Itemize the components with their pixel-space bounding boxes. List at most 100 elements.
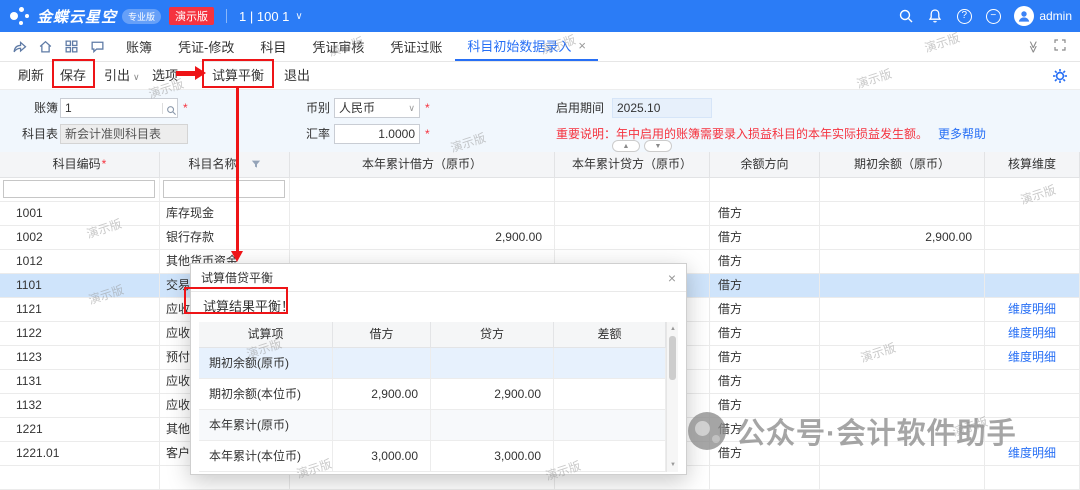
cell-direction[interactable]: 借方 — [710, 394, 820, 418]
book-input[interactable]: 1 — [60, 98, 178, 118]
filter-cell[interactable] — [710, 178, 820, 202]
chevron-down-icon[interactable]: ∨ — [295, 11, 302, 22]
menu-item-voucher-edit[interactable]: 凭证-修改 — [165, 32, 247, 61]
lookup-icon[interactable] — [162, 103, 173, 114]
help-icon[interactable]: ? — [956, 8, 972, 24]
menu-item-voucher-post[interactable]: 凭证过账 — [377, 32, 455, 61]
header-opening[interactable]: 期初余额（原币） — [820, 152, 985, 178]
scroll-up-icon[interactable]: ▲ — [667, 324, 679, 334]
filter-cell[interactable] — [820, 178, 985, 202]
filter-name-input[interactable] — [163, 180, 285, 198]
minimize-icon[interactable]: − — [985, 8, 1001, 24]
cell-opening[interactable] — [820, 274, 985, 298]
username-label[interactable]: admin — [1039, 9, 1072, 23]
cell-code[interactable]: 1002 — [0, 226, 160, 250]
scroll-down-icon[interactable]: ▼ — [667, 460, 679, 470]
cell-opening[interactable]: 2,900.00 — [820, 226, 985, 250]
cell-direction[interactable]: 借方 — [710, 298, 820, 322]
save-button[interactable]: 保存 — [60, 62, 86, 90]
cell-direction[interactable]: 借方 — [710, 274, 820, 298]
more-help-link[interactable]: 更多帮助 — [938, 127, 986, 141]
cell-code[interactable]: 1123 — [0, 346, 160, 370]
header-code[interactable]: 科目编码* — [0, 152, 160, 178]
cell-direction[interactable]: 借方 — [710, 346, 820, 370]
dimension-detail-link[interactable] — [985, 250, 1080, 274]
cell-code[interactable]: 1132 — [0, 394, 160, 418]
cell-code[interactable]: 1221 — [0, 418, 160, 442]
header-name[interactable]: 科目名称 — [160, 152, 290, 178]
chat-icon[interactable] — [90, 39, 105, 54]
filter-funnel-icon[interactable] — [251, 153, 261, 163]
cell-name[interactable]: 银行存款 — [160, 226, 290, 250]
user-avatar[interactable] — [1014, 6, 1034, 26]
collapse-up-button[interactable]: ▲ — [612, 140, 640, 152]
cell-ytd-credit[interactable] — [555, 202, 710, 226]
options-button[interactable]: 选项 — [152, 62, 178, 90]
cell-opening[interactable] — [820, 442, 985, 466]
cell-direction[interactable]: 借方 — [710, 250, 820, 274]
dimension-detail-link[interactable] — [985, 274, 1080, 298]
dimension-detail-link[interactable]: 维度明细 — [985, 346, 1080, 370]
fullscreen-icon[interactable] — [1054, 39, 1066, 54]
cell-opening[interactable] — [820, 418, 985, 442]
filter-cell[interactable] — [290, 178, 555, 202]
dialog-row[interactable]: 本年累计(原币) — [199, 410, 666, 441]
table-row[interactable]: 1002 银行存款 2,900.00 借方 2,900.00 — [0, 226, 1080, 250]
exit-button[interactable]: 退出 — [284, 62, 310, 90]
menu-item-account[interactable]: 科目 — [247, 32, 299, 61]
dimension-detail-link[interactable]: 维度明细 — [985, 298, 1080, 322]
dimension-detail-link[interactable] — [985, 202, 1080, 226]
account-set-selector[interactable]: 1 | 100 1 — [239, 9, 289, 24]
collapse-down-button[interactable]: ▼ — [644, 140, 672, 152]
dimension-detail-link[interactable]: 维度明细 — [985, 442, 1080, 466]
filter-cell[interactable] — [555, 178, 710, 202]
header-ytd-debit[interactable]: 本年累计借方（原币） — [290, 152, 555, 178]
cell-code[interactable]: 1122 — [0, 322, 160, 346]
home-icon[interactable] — [38, 39, 53, 54]
cell-code[interactable]: 1001 — [0, 202, 160, 226]
cell-direction[interactable]: 借方 — [710, 226, 820, 250]
cell-code[interactable]: 1121 — [0, 298, 160, 322]
cell-direction[interactable]: 借方 — [710, 370, 820, 394]
header-ytd-credit[interactable]: 本年累计贷方（原币） — [555, 152, 710, 178]
cell-opening[interactable] — [820, 250, 985, 274]
header-dimension[interactable]: 核算维度 — [985, 152, 1080, 178]
tab-initial-data-entry[interactable]: 科目初始数据录入 × — [455, 32, 598, 61]
trial-balance-button[interactable]: 试算平衡 — [212, 62, 264, 90]
tab-close-icon[interactable]: × — [578, 38, 586, 53]
dimension-detail-link[interactable] — [985, 226, 1080, 250]
cell-code[interactable]: 1221.01 — [0, 442, 160, 466]
cell-opening[interactable] — [820, 298, 985, 322]
menu-item-voucher-audit[interactable]: 凭证审核 — [299, 32, 377, 61]
cell-direction[interactable]: 借方 — [710, 442, 820, 466]
cell-ytd-credit[interactable] — [555, 226, 710, 250]
gear-icon[interactable] — [1052, 68, 1068, 84]
rate-input[interactable]: 1.0000 — [334, 124, 420, 144]
currency-select[interactable]: 人民币 ∨ — [334, 98, 420, 118]
cell-opening[interactable] — [820, 346, 985, 370]
header-direction[interactable]: 余额方向 — [710, 152, 820, 178]
cell-code[interactable]: 1101 — [0, 274, 160, 298]
filter-code-input[interactable] — [3, 180, 155, 198]
apps-grid-icon[interactable] — [64, 39, 79, 54]
cell-opening[interactable] — [820, 322, 985, 346]
cell-code[interactable]: 1012 — [0, 250, 160, 274]
cell-opening[interactable] — [820, 370, 985, 394]
search-icon[interactable] — [898, 8, 914, 24]
dimension-detail-link[interactable] — [985, 394, 1080, 418]
cell-opening[interactable] — [820, 202, 985, 226]
scrollbar-thumb[interactable] — [669, 336, 676, 380]
period-field[interactable]: 2025.10 — [612, 98, 712, 118]
export-button[interactable]: 引出∨ — [104, 62, 140, 90]
cell-direction[interactable]: 借方 — [710, 418, 820, 442]
collapse-tabs-icon[interactable]: ≫ — [1027, 40, 1041, 53]
filter-cell[interactable] — [985, 178, 1080, 202]
cell-ytd-debit[interactable]: 2,900.00 — [290, 226, 555, 250]
cell-ytd-debit[interactable] — [290, 202, 555, 226]
dialog-row[interactable]: 期初余额(本位币) 2,900.00 2,900.00 — [199, 379, 666, 410]
cell-direction[interactable]: 借方 — [710, 202, 820, 226]
cell-opening[interactable] — [820, 394, 985, 418]
dimension-detail-link[interactable] — [985, 370, 1080, 394]
cell-name[interactable]: 库存现金 — [160, 202, 290, 226]
cell-code[interactable]: 1131 — [0, 370, 160, 394]
